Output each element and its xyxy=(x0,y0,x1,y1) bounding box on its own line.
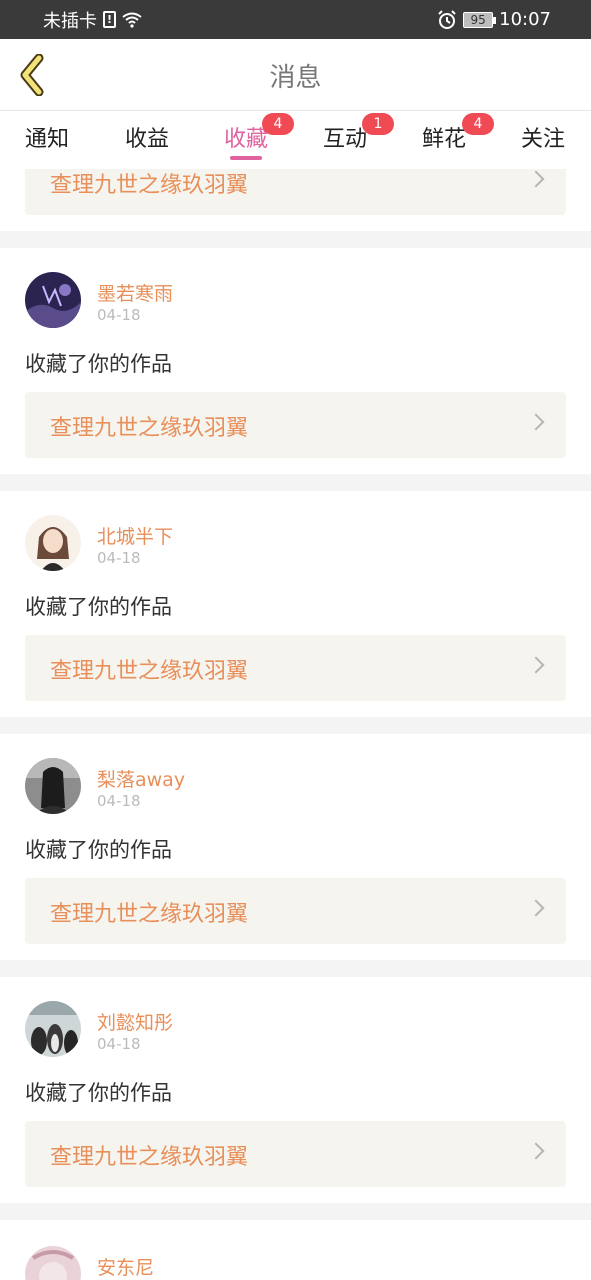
favorites-feed[interactable]: 查理九世之缘玖羽翼 墨若寒雨 04-18 收藏了你的作品 查理九世之缘玖羽翼 北… xyxy=(0,169,591,1280)
list-item: 查理九世之缘玖羽翼 xyxy=(0,169,591,231)
list-item: 安东尼 xyxy=(0,1220,591,1280)
list-item: 梨落away 04-18 收藏了你的作品 查理九世之缘玖羽翼 xyxy=(0,734,591,960)
chevron-right-icon xyxy=(527,170,545,188)
sim-alert-icon: ! xyxy=(103,11,116,28)
username[interactable]: 刘懿知彤 xyxy=(97,1008,173,1035)
work-link[interactable]: 查理九世之缘玖羽翼 xyxy=(25,878,566,944)
action-text: 收藏了你的作品 xyxy=(25,1081,172,1105)
work-title: 查理九世之缘玖羽翼 xyxy=(50,1145,249,1170)
status-bar: 未插卡 ! 95 10:07 xyxy=(0,0,591,39)
battery-indicator: 95 xyxy=(463,11,497,28)
avatar[interactable] xyxy=(25,515,81,571)
username[interactable]: 梨落away xyxy=(97,765,185,792)
alarm-clock-icon xyxy=(438,9,456,29)
page-title: 消息 xyxy=(269,63,322,93)
work-link[interactable]: 查理九世之缘玖羽翼 xyxy=(25,635,566,701)
active-tab-indicator xyxy=(230,156,262,160)
carrier-text: 未插卡 xyxy=(43,10,97,32)
unread-badge: 4 xyxy=(462,113,494,135)
tab-favorites[interactable]: 收藏 4 xyxy=(206,113,294,153)
chevron-right-icon xyxy=(527,413,545,431)
tab-bar: 通知 收益 收藏 4 互动 1 鲜花 4 关注 xyxy=(0,111,591,169)
avatar[interactable] xyxy=(25,1246,81,1280)
tab-label: 收益 xyxy=(124,127,169,152)
timestamp: 04-18 xyxy=(97,306,141,324)
list-item: 北城半下 04-18 收藏了你的作品 查理九世之缘玖羽翼 xyxy=(0,491,591,717)
avatar[interactable] xyxy=(25,758,81,814)
action-text: 收藏了你的作品 xyxy=(25,838,172,862)
work-link[interactable]: 查理九世之缘玖羽翼 xyxy=(25,1121,566,1187)
status-right: 95 10:07 xyxy=(437,9,551,30)
tab-label: 鲜花 xyxy=(421,127,466,152)
timestamp: 04-18 xyxy=(97,792,141,810)
unread-badge: 1 xyxy=(362,113,394,135)
work-title: 查理九世之缘玖羽翼 xyxy=(50,416,249,441)
tab-flowers[interactable]: 鲜花 4 xyxy=(404,113,494,153)
tab-label: 收藏 xyxy=(223,127,268,152)
unread-badge: 4 xyxy=(262,113,294,135)
action-text: 收藏了你的作品 xyxy=(25,352,172,376)
username[interactable]: 安东尼 xyxy=(97,1253,154,1280)
work-title: 查理九世之缘玖羽翼 xyxy=(50,173,249,198)
avatar[interactable] xyxy=(25,1001,81,1057)
username[interactable]: 北城半下 xyxy=(97,522,173,549)
tab-label: 互动 xyxy=(322,127,367,152)
chevron-right-icon xyxy=(527,656,545,674)
work-title: 查理九世之缘玖羽翼 xyxy=(50,902,249,927)
list-item: 墨若寒雨 04-18 收藏了你的作品 查理九世之缘玖羽翼 xyxy=(0,248,591,474)
username[interactable]: 墨若寒雨 xyxy=(97,279,173,306)
tab-following[interactable]: 关注 xyxy=(503,121,583,153)
list-item: 刘懿知彤 04-18 收藏了你的作品 查理九世之缘玖羽翼 xyxy=(0,977,591,1203)
app-header: 消息 xyxy=(0,39,591,111)
chevron-right-icon xyxy=(527,899,545,917)
status-left: 未插卡 ! xyxy=(43,7,142,33)
timestamp: 04-18 xyxy=(97,1035,141,1053)
timestamp: 04-18 xyxy=(97,549,141,567)
tab-label: 关注 xyxy=(520,127,565,152)
tab-notifications[interactable]: 通知 xyxy=(7,121,87,153)
tab-label: 通知 xyxy=(24,127,69,152)
tab-interactions[interactable]: 互动 1 xyxy=(305,113,394,153)
chevron-right-icon xyxy=(527,1142,545,1160)
clock-time: 10:07 xyxy=(499,9,551,30)
wifi-icon xyxy=(122,12,142,28)
work-title: 查理九世之缘玖羽翼 xyxy=(50,659,249,684)
tab-earnings[interactable]: 收益 xyxy=(107,121,187,153)
action-text: 收藏了你的作品 xyxy=(25,595,172,619)
avatar[interactable] xyxy=(25,272,81,328)
work-link[interactable]: 查理九世之缘玖羽翼 xyxy=(25,169,566,215)
work-link[interactable]: 查理九世之缘玖羽翼 xyxy=(25,392,566,458)
